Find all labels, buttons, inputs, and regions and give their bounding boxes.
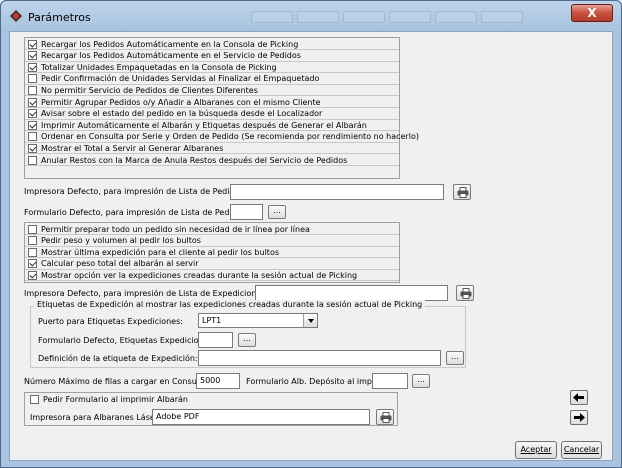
definicion-browse-button[interactable]: ... (446, 351, 464, 365)
top_checks-option-label: Anular Restos con la Marca de Anula Rest… (41, 155, 348, 165)
top_checks-option-row[interactable]: Imprimir Automáticamente el Albarán y Et… (25, 120, 399, 132)
top_checks-option-checkbox[interactable] (28, 143, 37, 153)
previous-button[interactable] (570, 390, 588, 405)
printer-exped-button[interactable] (456, 285, 474, 301)
printer-icon (380, 412, 392, 423)
top_checks-option-label: Mostrar el Total a Servir al Generar Alb… (41, 143, 224, 153)
top_checks-option-checkbox[interactable] (28, 39, 37, 49)
pedir-formulario-row[interactable]: Pedir Formulario al imprimir Albarán (30, 395, 188, 404)
form-etiquetas-label: Formulario Defecto, Etiquetas Expedicion… (38, 336, 216, 345)
mid_checks-option-label: Mostrar opción ver la expediciones cread… (41, 270, 358, 280)
definicion-label: Definición de la etiqueta de Expedición: (38, 354, 198, 363)
definicion-field[interactable] (198, 350, 441, 366)
top_checks-option-row[interactable]: Permitir Agrupar Pedidos o/y Añadir a Al… (25, 97, 399, 108)
impresora-laser-field[interactable]: Adobe PDF (152, 409, 370, 425)
title-bar[interactable]: Parámetros X (1, 1, 621, 31)
mid_checks-option-label: Mostrar última expedición para el client… (41, 247, 279, 257)
background-tabs (251, 11, 523, 25)
top_checks-option-checkbox[interactable] (28, 155, 37, 165)
form-alb-browse-button[interactable]: ... (412, 374, 430, 388)
window-title: Parámetros (28, 11, 91, 24)
top_checks-option-checkbox[interactable] (28, 109, 37, 119)
top_checks-option-checkbox[interactable] (28, 120, 37, 130)
mid_checks-option-row[interactable]: Mostrar última expedición para el client… (25, 247, 399, 259)
printer-lista-field[interactable] (230, 184, 444, 200)
printer-exped-label: Impresora Defecto, para impresión de Lis… (24, 289, 266, 298)
form-lista-field[interactable] (230, 204, 263, 220)
form-alb-field[interactable] (372, 373, 408, 389)
top_checks-option-row[interactable]: Pedir Confirmación de Unidades Servidas … (25, 74, 399, 85)
printer-exped-field[interactable] (255, 285, 448, 301)
top_checks-option-row[interactable]: No permitir Servicio de Pedidos de Clien… (25, 85, 399, 97)
mid_checks-option-checkbox[interactable] (28, 236, 37, 246)
top_checks-option-label: Recargar los Pedidos Automáticamente en … (41, 51, 301, 61)
dialog-body: Recargar los Pedidos Automáticamente en … (9, 31, 613, 461)
top_checks-option-row[interactable]: Anular Restos con la Marca de Anula Rest… (25, 155, 399, 166)
mid_checks-option-checkbox[interactable] (28, 224, 37, 234)
top_checks-option-label: Pedir Confirmación de Unidades Servidas … (41, 74, 320, 84)
top_checks-option-row[interactable]: Ordenar en Consulta por Serie y Orden de… (25, 132, 419, 143)
top_checks-option-row[interactable]: Totalizar Unidades Empaquetadas en la Co… (25, 62, 399, 74)
mid_checks-option-checkbox[interactable] (28, 270, 37, 280)
top_checks-option-checkbox[interactable] (28, 51, 37, 61)
mid_checks-option-row[interactable]: Permitir preparar todo un pedido sin nec… (25, 224, 399, 235)
top_checks-option-checkbox[interactable] (28, 62, 37, 72)
impresora-laser-button[interactable] (376, 409, 394, 425)
top_checks-option-row[interactable]: Avisar sobre el estado del pedido en la … (25, 109, 399, 120)
mid_checks-option-row[interactable]: Calcular peso total del albarán al servi… (25, 259, 399, 270)
close-button[interactable]: X (571, 4, 613, 22)
top_checks-option-checkbox[interactable] (28, 85, 37, 95)
mid_checks-option-label: Calcular peso total del albarán al servi… (41, 259, 199, 269)
top-options-group: Recargar los Pedidos Automáticamente en … (24, 37, 419, 179)
arrow-left-icon (573, 393, 584, 402)
middle-options-group: Permitir preparar todo un pedido sin nec… (24, 222, 400, 283)
top_checks-option-checkbox[interactable] (28, 74, 37, 84)
top_checks-option-checkbox[interactable] (28, 97, 37, 107)
max-filas-field[interactable]: 5000 (196, 373, 240, 389)
arrow-right-icon (574, 413, 585, 422)
printer-lista-button[interactable] (453, 184, 471, 200)
printer-icon (457, 187, 469, 198)
form-lista-label: Formulario Defecto, para impresión de Li… (24, 208, 246, 217)
top_checks-option-row[interactable]: Mostrar el Total a Servir al Generar Alb… (25, 143, 399, 155)
mid_checks-option-row[interactable]: Pedir peso y volumen al pedir los bultos (25, 236, 399, 247)
impresora-laser-label: Impresora para Albaranes Láser (30, 413, 159, 422)
top_checks-option-label: Totalizar Unidades Empaquetadas en la Co… (41, 62, 277, 72)
form-alb-label: Formulario Alb. Depósito al imprimir (246, 377, 391, 386)
pedir-formulario-label: Pedir Formulario al imprimir Albarán (43, 395, 188, 404)
top_checks-option-row[interactable]: Recargar los Pedidos Automáticamente en … (25, 51, 399, 62)
form-lista-browse-button[interactable]: ... (268, 205, 286, 219)
pedir-formulario-checkbox[interactable] (30, 395, 39, 404)
mid_checks-option-checkbox[interactable] (28, 259, 37, 269)
chevron-down-icon[interactable] (303, 314, 317, 327)
top_checks-option-label: Recargar los Pedidos Automáticamente en … (41, 39, 299, 49)
cancel-button[interactable]: Cancelar (561, 441, 602, 459)
top_checks-option-row[interactable]: Recargar los Pedidos Automáticamente en … (25, 39, 399, 50)
top_checks-option-label: No permitir Servicio de Pedidos de Clien… (41, 85, 258, 95)
puerto-label: Puerto para Etiquetas Expediciones: (38, 317, 183, 326)
next-button[interactable] (570, 410, 588, 425)
mid_checks-option-label: Pedir peso y volumen al pedir los bultos (41, 236, 201, 246)
printer-icon (460, 288, 472, 299)
top_checks-option-label: Imprimir Automáticamente el Albarán y Et… (41, 120, 367, 130)
form-etiquetas-browse-button[interactable]: ... (238, 333, 256, 347)
app-icon (10, 10, 22, 22)
puerto-select[interactable]: LPT1 (198, 313, 318, 328)
top_checks-option-label: Permitir Agrupar Pedidos o/y Añadir a Al… (41, 97, 321, 107)
mid_checks-option-label: Permitir preparar todo un pedido sin nec… (41, 224, 310, 234)
accept-button[interactable]: Aceptar (515, 441, 557, 459)
top_checks-option-label: Avisar sobre el estado del pedido en la … (41, 109, 323, 119)
form-etiquetas-field[interactable] (198, 332, 233, 348)
mid_checks-option-checkbox[interactable] (28, 247, 37, 257)
top_checks-option-label: Ordenar en Consulta por Serie y Orden de… (41, 132, 419, 142)
etiquetas-legend: Etiquetas de Expedición al mostrar las e… (34, 300, 426, 309)
parametros-window: Parámetros X Recargar los Pedidos Automá… (0, 0, 622, 468)
max-filas-label: Número Máximo de filas a cargar en Consu… (24, 377, 212, 386)
printer-lista-label: Impresora Defecto, para impresión de Lis… (24, 187, 244, 196)
puerto-select-value: LPT1 (202, 316, 222, 325)
mid_checks-option-row[interactable]: Mostrar opción ver la expediciones cread… (25, 270, 399, 282)
top_checks-option-checkbox[interactable] (28, 132, 37, 142)
